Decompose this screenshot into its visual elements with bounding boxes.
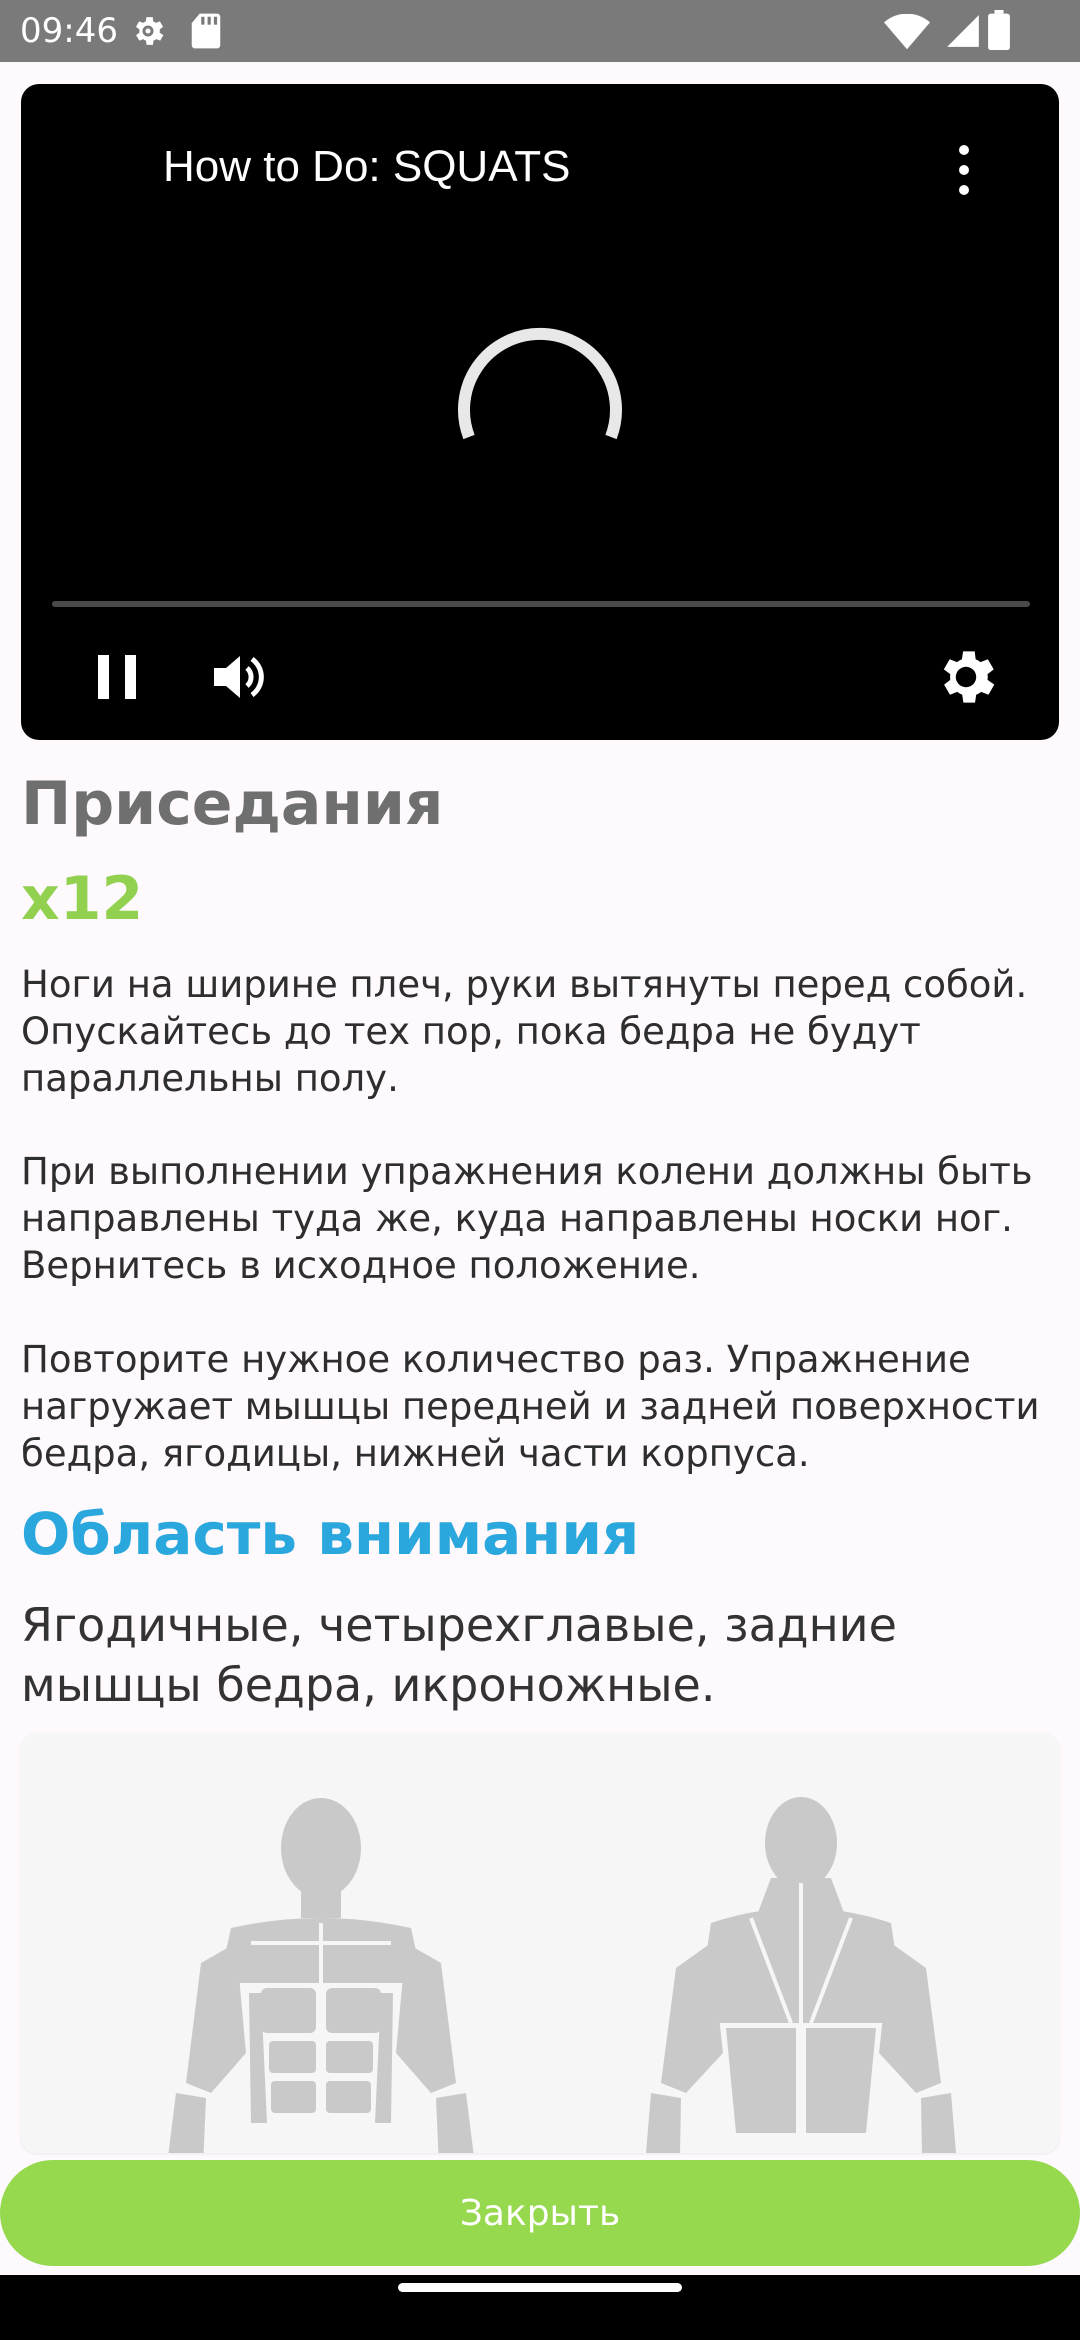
- focus-muscles-text: Ягодичные, четырехглавые, задние мышцы б…: [21, 1598, 897, 1712]
- close-button[interactable]: Закрыть: [0, 2160, 1080, 2266]
- settings-icon[interactable]: [931, 642, 1001, 712]
- video-progress-bar[interactable]: [52, 601, 1030, 607]
- exercise-reps: x12: [21, 864, 144, 934]
- body-back-figure: [646, 1797, 956, 2153]
- battery-icon: [988, 10, 1010, 50]
- home-indicator[interactable]: [398, 2283, 682, 2292]
- focus-area-title: Область внимания: [21, 1500, 640, 1568]
- pause-icon[interactable]: [82, 642, 152, 712]
- wifi-icon: [884, 14, 930, 50]
- video-title: How to Do: SQUATS: [163, 142, 571, 191]
- signal-icon: [947, 15, 979, 47]
- exercise-description-3: Повторите нужное количество раз. Упражне…: [21, 1336, 1061, 1477]
- status-bar: 09:46: [0, 0, 1080, 62]
- settings-icon: [135, 17, 164, 45]
- description-paragraph: Повторите нужное количество раз. Упражне…: [21, 1338, 1040, 1475]
- more-vertical-icon[interactable]: [944, 142, 984, 198]
- status-time: 09:46: [20, 11, 118, 51]
- volume-icon[interactable]: [204, 642, 274, 712]
- exercise-description-1: Ноги на ширине плеч, руки вытянуты перед…: [21, 961, 1061, 1102]
- description-paragraph: При выполнении упражнения колени должны …: [21, 1150, 1033, 1287]
- muscle-map-card: [21, 1733, 1059, 2153]
- loading-spinner-icon: [458, 327, 622, 440]
- exercise-description-2: При выполнении упражнения колени должны …: [21, 1148, 1061, 1289]
- exercise-title: Приседания: [21, 769, 444, 839]
- description-paragraph: Ноги на ширине плеч, руки вытянуты перед…: [21, 963, 1028, 1100]
- sd-card-icon: [191, 13, 221, 49]
- body-front-figure: [168, 1798, 474, 2153]
